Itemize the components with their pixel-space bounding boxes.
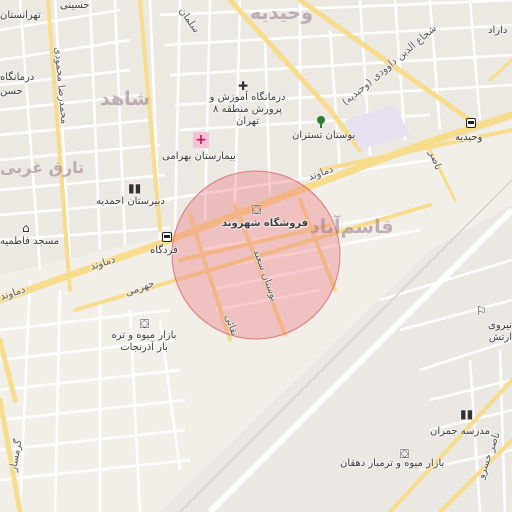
area-label-vahidieh: وحیدیه — [250, 2, 313, 24]
poi-label-tehran-park: بوستان تستران — [292, 130, 356, 141]
mosque-icon[interactable]: ⌂ — [22, 222, 30, 234]
hospital-icon[interactable]: + — [193, 132, 209, 148]
poi-label-hasan: حسن — [0, 86, 23, 97]
school-icon[interactable]: ▮▮ — [128, 182, 141, 194]
poi-label-shop: فروشگاه شهروند — [222, 218, 309, 229]
map-canvas[interactable]: شاهد وحیدیه قاسم‌آباد تارق غربی دماوند د… — [0, 0, 512, 512]
poi-label-market-2: بازار میوه و ترمبار دهقان — [340, 458, 445, 469]
poi-label-bus-vahidieh: وحیدیه — [455, 132, 483, 143]
school-icon[interactable]: ▮▮ — [460, 408, 473, 420]
poi-label-top-right: داراد — [488, 25, 508, 36]
poi-label-hospital: بیمارستان بهرامی — [162, 151, 236, 162]
poi-label-dermanghah: درمانگاه — [0, 72, 35, 83]
poi-label-school: دبیرستان احمدیه — [96, 196, 165, 207]
poi-label-army: نیروی ارتش — [488, 320, 512, 343]
poi-label-clinic: درمانگاه آموزش و پرورش منطقه ۸ تهران — [209, 92, 286, 127]
market-icon[interactable]: ⛋ — [140, 318, 149, 330]
poi-label-mosque: مسجد فاطمیه — [0, 236, 60, 247]
bus-stop-icon[interactable] — [466, 118, 476, 128]
bus-stop-icon[interactable] — [162, 232, 172, 242]
military-icon[interactable]: ⚐ — [476, 305, 487, 317]
area-label-ghasemabad: قاسم‌آباد — [310, 216, 394, 238]
shop-icon[interactable]: ⛋ — [252, 204, 261, 216]
poi-label-bus-fardegah: فردگاه — [150, 245, 178, 256]
park-tree-icon[interactable] — [316, 116, 326, 128]
poi-label-top-left: تهرانستان — [0, 10, 41, 21]
area-label-west: تارق غربی — [0, 158, 85, 177]
poi-label-madreseh: مدرسه جمران — [430, 426, 490, 437]
poi-label-market-1: بازار میوه و تره بار آذرنجات — [111, 330, 177, 353]
poi-label-hosseini: حسینی — [60, 0, 90, 11]
area-label-shahed: شاهد — [100, 88, 150, 110]
clinic-icon[interactable]: ✚ — [238, 80, 248, 92]
